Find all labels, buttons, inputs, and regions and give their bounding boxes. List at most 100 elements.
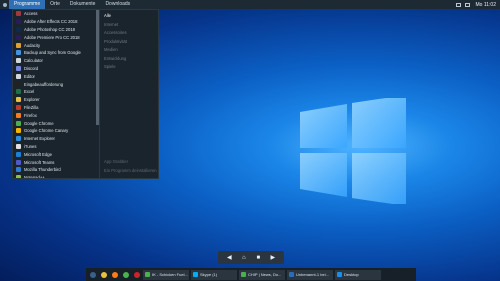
taskbar-task[interactable]: IK - Schicken Fuel...	[143, 269, 189, 280]
app-label: Adobe Photoshop CC 2018	[24, 26, 75, 32]
app-item[interactable]: iTunes	[13, 143, 99, 151]
app-item[interactable]: Google Chrome Canary	[13, 127, 99, 135]
chrome-icon[interactable]	[121, 270, 130, 279]
app-label: Microsoft Edge	[24, 151, 52, 157]
category-item[interactable]: Entwicklung	[100, 55, 158, 64]
app-icon	[16, 104, 21, 110]
app-item[interactable]: Microsoft Edge	[13, 150, 99, 158]
app-item[interactable]: FileZilla	[13, 104, 99, 112]
top-menu-dokumente[interactable]: Dokumente	[65, 0, 101, 9]
taskbar: IK - Schicken Fuel... Skype (1) CHIP | New…	[86, 268, 416, 281]
app-icon	[16, 19, 21, 25]
category-item[interactable]: Accessoires	[100, 29, 158, 38]
app-label: Explorer	[24, 97, 40, 103]
app-item[interactable]: Google Chrome	[13, 119, 99, 127]
app-icon	[16, 112, 21, 118]
app-item[interactable]: Calculator	[13, 57, 99, 65]
top-menu-programme[interactable]: Programme	[9, 0, 46, 9]
category-action-item[interactable]: Ein Programm deinstallieren	[100, 167, 158, 176]
app-label: Calculator	[24, 58, 43, 64]
start-orb-icon[interactable]	[0, 0, 9, 9]
taskbar-task[interactable]: Unbenannt-1 bei...	[287, 269, 333, 280]
opera-icon[interactable]	[132, 270, 141, 279]
task-label: CHIP | News, Do...	[248, 272, 282, 277]
app-item[interactable]: Discord	[13, 65, 99, 73]
app-icon	[16, 151, 21, 157]
app-label: Editor	[24, 73, 35, 79]
task-label: Skype (1)	[200, 272, 218, 277]
app-item[interactable]: Backup and Sync from Google	[13, 49, 99, 57]
home-icon[interactable]: ⌂	[240, 254, 248, 262]
app-item[interactable]: Eingabeaufforderung	[13, 80, 99, 88]
app-icon	[16, 97, 21, 103]
app-icon	[16, 175, 21, 178]
task-icon	[145, 272, 150, 277]
app-item[interactable]: Editor	[13, 72, 99, 80]
app-label: Google Chrome	[24, 120, 54, 126]
app-label: Microsoft Teams	[24, 159, 55, 165]
app-item[interactable]: Microsoft Teams	[13, 158, 99, 166]
app-item[interactable]: Audacity	[13, 41, 99, 49]
app-label: Eingabeaufforderung	[24, 81, 64, 87]
back-arrow-icon[interactable]: ◀	[225, 254, 233, 262]
clock[interactable]: Mo 11:02	[476, 2, 496, 8]
app-icon	[16, 159, 21, 165]
file-manager-icon[interactable]	[99, 270, 108, 279]
category-action-item[interactable]: App Grabber	[100, 158, 158, 167]
window-icon-glyph	[89, 271, 96, 278]
category-item[interactable]: Produktivität	[100, 38, 158, 47]
app-icon	[16, 120, 21, 126]
app-icon	[16, 65, 21, 71]
task-icon	[193, 272, 198, 277]
window-icon[interactable]: ■	[254, 254, 262, 262]
app-icon	[16, 81, 21, 87]
windows-logo	[300, 98, 406, 204]
top-menu-downloads[interactable]: Downloads	[100, 0, 135, 9]
file-manager-icon-glyph	[100, 271, 107, 278]
tray-window-icon[interactable]	[455, 2, 461, 7]
app-icon	[16, 34, 21, 40]
task-icon	[337, 272, 342, 277]
category-item[interactable]: Alle	[100, 12, 158, 21]
firefox-icon-glyph	[111, 271, 118, 278]
app-item[interactable]: Notepad++	[13, 174, 99, 178]
app-label: Excel	[24, 89, 35, 95]
category-item[interactable]: Medien	[100, 46, 158, 55]
app-item[interactable]: Access	[13, 10, 99, 18]
category-item[interactable]: Internet	[100, 21, 158, 30]
app-item[interactable]: Adobe Premiere Pro CC 2018	[13, 33, 99, 41]
forward-arrow-icon[interactable]: ▶	[269, 254, 277, 262]
tray-battery-icon[interactable]	[464, 2, 470, 7]
top-menu-orte[interactable]: Orte	[45, 0, 65, 9]
app-label: Mozilla Thunderbird	[24, 167, 61, 173]
app-icon	[16, 58, 21, 64]
app-label: iTunes	[24, 143, 37, 149]
tray-area: Mo 11:02	[455, 2, 500, 8]
app-item[interactable]: Excel	[13, 88, 99, 96]
app-item[interactable]: Mozilla Thunderbird	[13, 166, 99, 174]
task-icon	[241, 272, 246, 277]
window-icon[interactable]	[88, 270, 97, 279]
taskbar-task[interactable]: Skype (1)	[191, 269, 237, 280]
app-item[interactable]: Firefox	[13, 111, 99, 119]
category-list: Alle Internet Accessoires Produktivität Medi…	[99, 10, 158, 178]
app-list: Access Adobe After Effects CC 2018 Adobe P…	[13, 10, 99, 178]
taskbar-task[interactable]: CHIP | News, Do...	[239, 269, 285, 280]
app-item[interactable]: Adobe After Effects CC 2018	[13, 18, 99, 26]
task-icon	[289, 272, 294, 277]
app-item[interactable]: Explorer	[13, 96, 99, 104]
taskbar-task[interactable]: Desktop	[335, 269, 381, 280]
app-label: Audacity	[24, 42, 41, 48]
category-item[interactable]: Spiele	[100, 63, 158, 72]
app-item[interactable]: Internet Explorer	[13, 135, 99, 143]
opera-icon-glyph	[133, 271, 140, 278]
top-menu-bar: Programme Orte Dokumente Downloads Mo 11:02	[0, 0, 500, 9]
app-icon	[16, 136, 21, 142]
task-label: Unbenannt-1 bei...	[296, 272, 329, 277]
app-icon	[16, 143, 21, 149]
app-item[interactable]: Adobe Photoshop CC 2018	[13, 26, 99, 34]
app-label: Adobe Premiere Pro CC 2018	[24, 34, 80, 40]
firefox-icon[interactable]	[110, 270, 119, 279]
app-label: Backup and Sync from Google	[24, 50, 81, 56]
app-icon	[16, 50, 21, 56]
